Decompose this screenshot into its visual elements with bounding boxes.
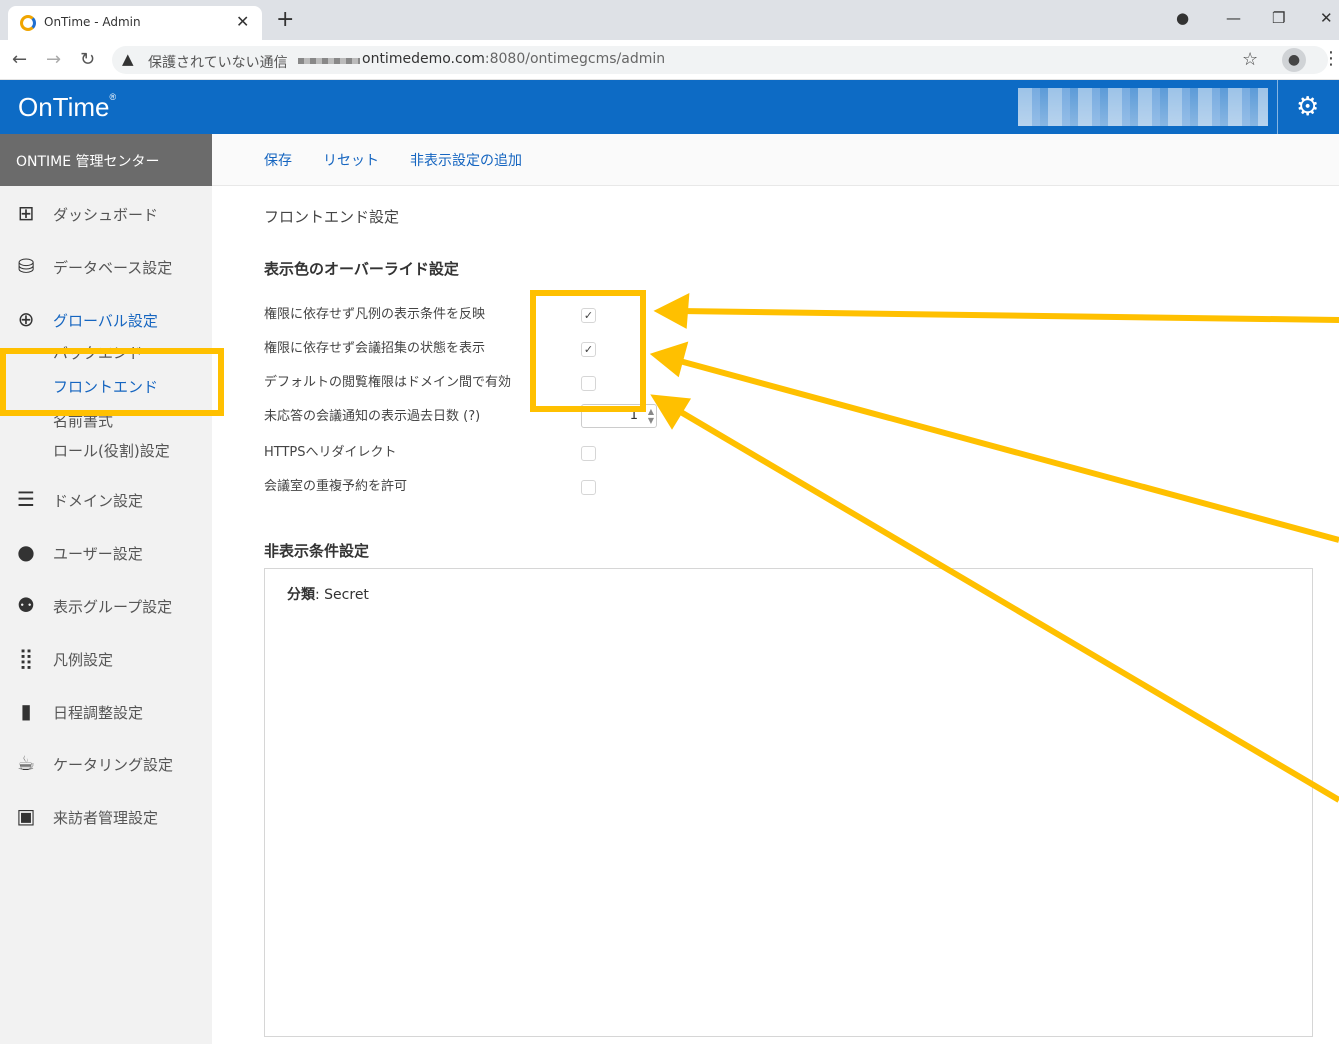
arrow-head-1 (653, 292, 690, 329)
arrow-line-2 (675, 357, 1339, 543)
arrow-line-1 (679, 308, 1339, 323)
arrow-head-3 (650, 394, 692, 430)
arrow-head-2 (649, 341, 689, 378)
arrow-line-3 (672, 405, 1339, 803)
annotation-arrows (649, 292, 1339, 803)
